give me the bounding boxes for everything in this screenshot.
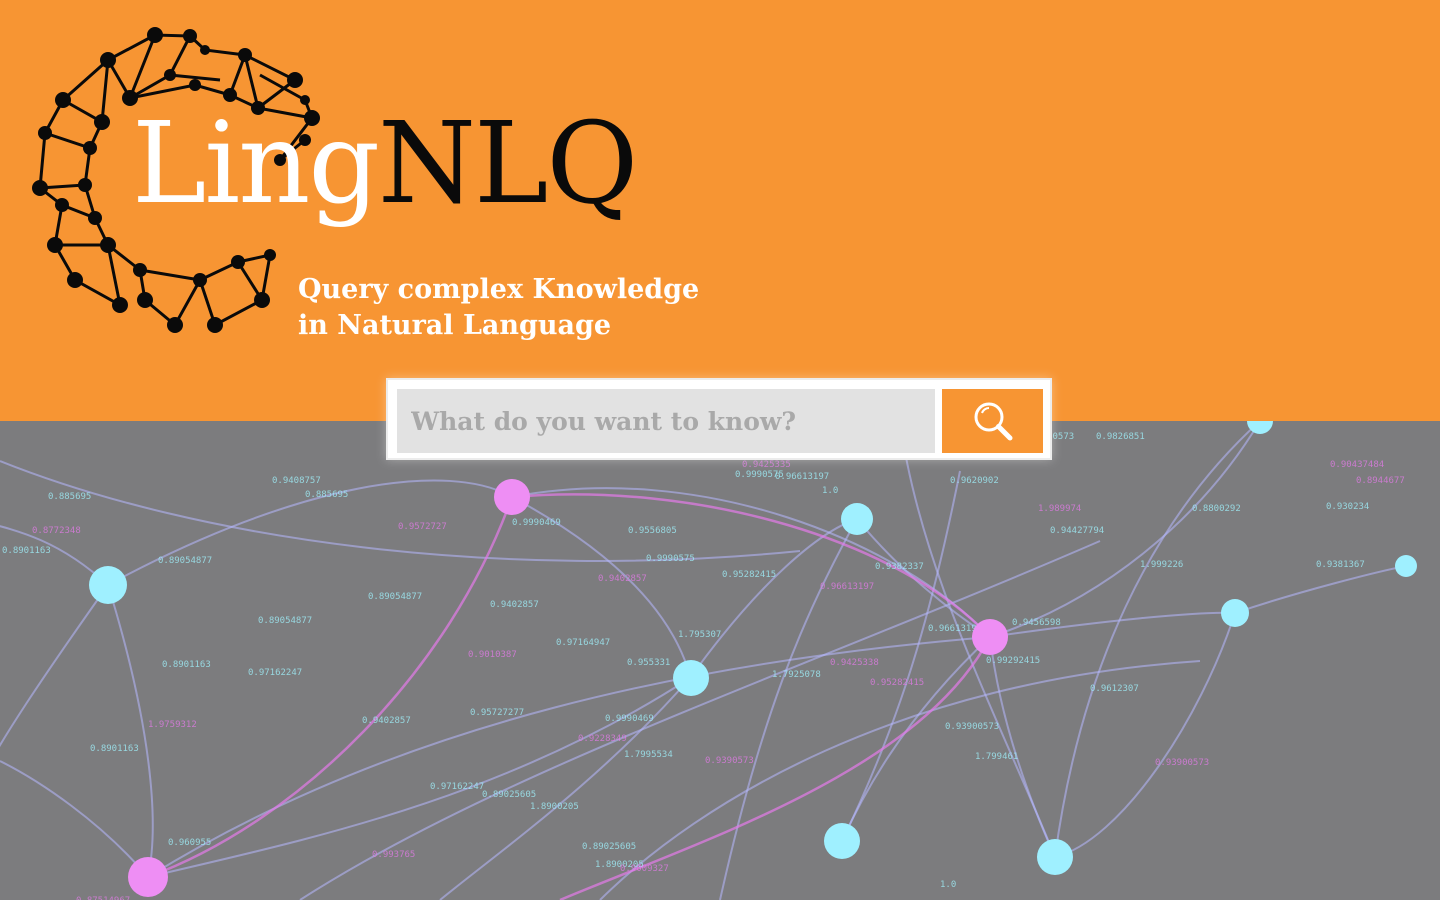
knowledge-graph-background: 0.885695 0.9408757 0.885695 0.8772348 0.8901… [0, 421, 1417, 900]
graph-node [673, 660, 709, 696]
edge-weight-label: 0.99292415 [986, 656, 1040, 666]
edge-weight-label: 0.9390573 [705, 756, 754, 766]
edge-weight-label: 1.999226 [1140, 560, 1183, 570]
edge-weight-label: 0.96613197 [820, 582, 874, 592]
edge-weight-label: 0.8800292 [1192, 504, 1241, 514]
edge-weight-label: 0.9612307 [1090, 684, 1139, 694]
search-bar [386, 378, 1052, 460]
edge-weight-label: 1.0 [822, 486, 838, 496]
tagline: Query complex Knowledge in Natural Langu… [298, 272, 699, 344]
edge-weight-label: 0.8901163 [162, 660, 211, 670]
edge-weight-label: 0.9456598 [1012, 618, 1061, 628]
edge-weight-label: 0.993765 [372, 850, 415, 860]
edge-weight-label: 0.9990575 [646, 554, 695, 564]
graph-node [128, 857, 168, 897]
edge-weight-label: 1.7995534 [624, 750, 673, 760]
header-banner: LingNLQ Query complex Knowledge in Natur… [0, 0, 1440, 421]
search-input[interactable] [397, 389, 935, 453]
edge-weight-label: 0.87514967 [76, 896, 130, 900]
edge-weight-label: 0.97162247 [430, 782, 484, 792]
graph-node [841, 503, 873, 535]
search-icon [974, 402, 1012, 441]
edge-weight-label: 0.9990469 [512, 518, 561, 528]
graph-node [1247, 421, 1273, 434]
edge-weight-label: 0.930234 [1326, 502, 1369, 512]
edge-weight-label: 0.93900573 [945, 722, 999, 732]
logo-title: LingNLQ [132, 108, 638, 220]
graph-node [1221, 599, 1249, 627]
edge-weight-label: 0.9402857 [362, 716, 411, 726]
logo-title-nlq: NLQ [378, 99, 638, 229]
edge-weight-label: 0.9408757 [272, 476, 321, 486]
edge-weight-label: 1.8900205 [530, 802, 579, 812]
edge-weight-label: 0.95282415 [870, 678, 924, 688]
edge-weight-label: 0.955331 [627, 658, 670, 668]
edge-weight-label: 1.989974 [1038, 504, 1081, 514]
edge-weight-label: 0.89025605 [582, 842, 636, 852]
graph-node [824, 823, 860, 859]
edge-weight-label: 0.95282415 [722, 570, 776, 580]
graph-node [494, 479, 530, 515]
edge-weight-label: 0.9381367 [1316, 560, 1365, 570]
edge-weight-label: 1.799461 [975, 752, 1018, 762]
tagline-line-2: in Natural Language [298, 310, 612, 341]
edge-weight-label: 0.94427794 [1050, 526, 1104, 536]
edge-weight-label: 0.9990469 [605, 714, 654, 724]
edge-weight-label: 0.9010387 [468, 650, 517, 660]
edge-weight-label: 0.90437484 [1330, 460, 1384, 470]
edge-weight-label: 0.9425338 [830, 658, 879, 668]
edge-weight-label: 0.960955 [168, 838, 211, 848]
edge-weight-label: 0.89054877 [258, 616, 312, 626]
edge-weight-label: 1.7925078 [772, 670, 821, 680]
edge-weight-label: 0.885695 [305, 490, 348, 500]
edge-weight-label: 0.89025605 [482, 790, 536, 800]
edge-weight-label: 0.9402857 [598, 574, 647, 584]
edge-weight-label: 0.89054877 [158, 556, 212, 566]
tagline-line-1: Query complex Knowledge [298, 274, 700, 305]
edge-weight-label: 0.95727277 [470, 708, 524, 718]
edge-weight-label: 0.9402857 [490, 600, 539, 610]
edge-weight-label: 0.9620902 [950, 476, 999, 486]
search-button[interactable] [942, 389, 1043, 453]
edge-weight-label: 0.9382337 [875, 562, 924, 572]
graph-node [972, 619, 1008, 655]
edge-weight-label: 0.9425335 [742, 460, 791, 470]
graph-node [1037, 839, 1073, 875]
edge-weight-label: 0.9572727 [398, 522, 447, 532]
edge-weight-label: 0.9826851 [1096, 432, 1145, 442]
edge-weight-label: 0.8772348 [32, 526, 81, 536]
edge-weight-label: 0.96613197 [775, 472, 829, 482]
edge-weight-label: 1.0 [940, 880, 956, 890]
edge-weight-label: 0.93900573 [1155, 758, 1209, 768]
edge-weight-label: 0.8901163 [90, 744, 139, 754]
edge-weight-label: 0.8944677 [1356, 476, 1405, 486]
edge-weight-label: 0.9556805 [628, 526, 677, 536]
edge-weight-label: 0.885695 [48, 492, 91, 502]
graph-node [1395, 555, 1417, 577]
edge-weight-label: 0.89054877 [368, 592, 422, 602]
graph-node [89, 566, 127, 604]
edge-weight-label: 1.9759312 [148, 720, 197, 730]
edge-weight-label: 0.97164947 [556, 638, 610, 648]
edge-weight-label: 0.9228349 [578, 734, 627, 744]
edge-weight-label: 0.8901163 [2, 546, 51, 556]
edge-weight-label: 0.9009327 [620, 864, 669, 874]
edge-weight-label: 0.97162247 [248, 668, 302, 678]
edge-weight-label: 1.795307 [678, 630, 721, 640]
logo-title-ling: Ling [132, 99, 380, 229]
